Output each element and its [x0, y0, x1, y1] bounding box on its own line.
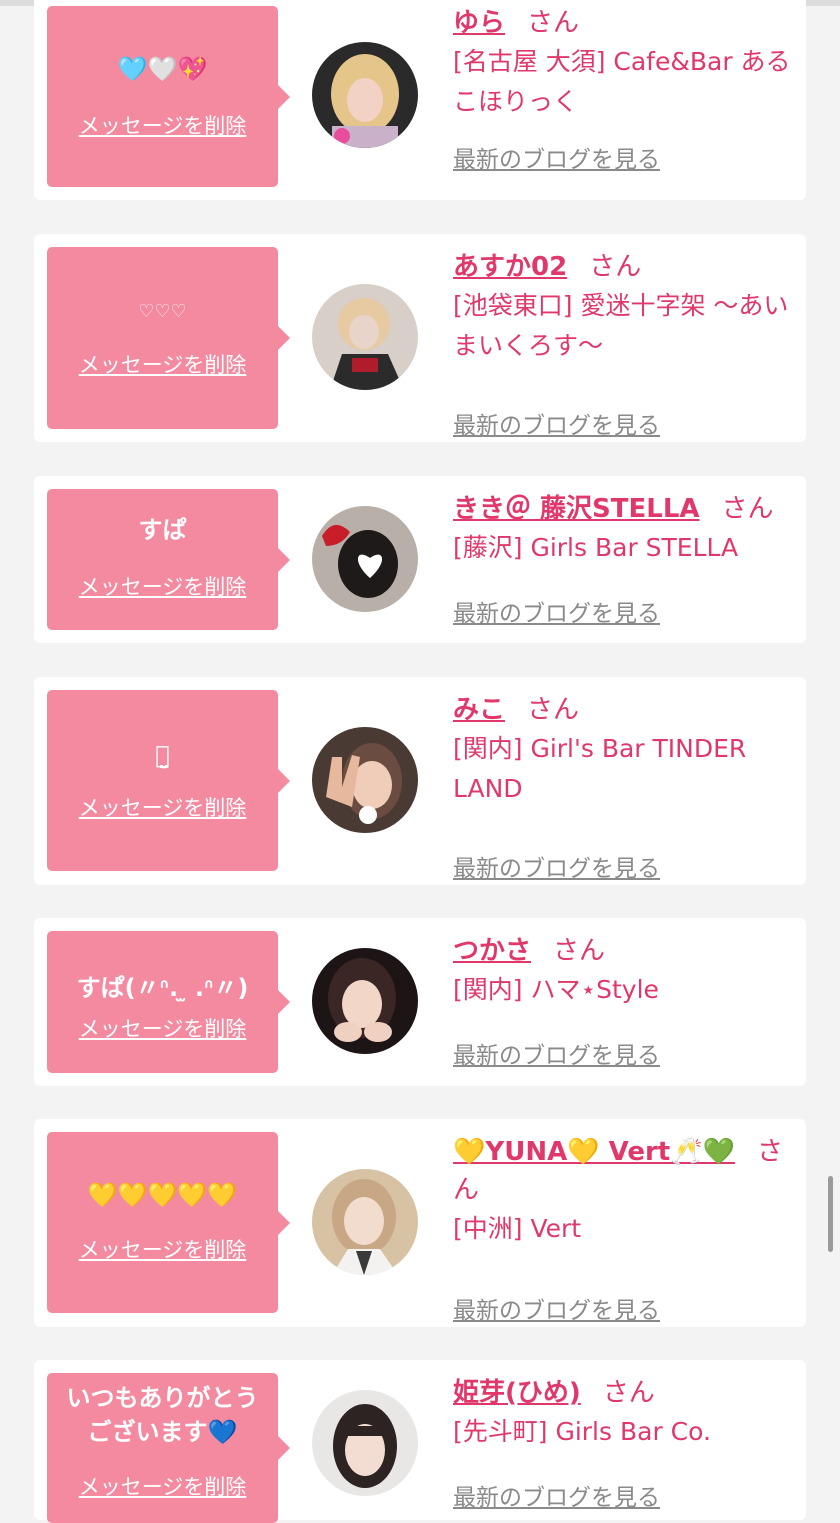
cast-name-link[interactable]: みこ [453, 695, 505, 725]
cast-info: きき＠ 藤沢STELLA さん [藤沢] Girls Bar STELLA 最新の… [453, 490, 793, 627]
latest-blog-link[interactable]: 最新のブログを見る [453, 1036, 660, 1070]
latest-blog-link[interactable]: 最新のブログを見る [453, 140, 660, 174]
message-text: ♡♡♡ [138, 301, 187, 322]
delete-message-link[interactable]: メッセージを削除 [47, 1471, 278, 1501]
message-text: 💛💛💛💛💛 [87, 1181, 238, 1209]
latest-blog-link[interactable]: 最新のブログを見る [453, 1291, 660, 1325]
favorite-card: 🩵🤍💖 メッセージを削除 ゆら さん [名古屋 大須] Cafe&Bar あるこほ… [34, 0, 806, 200]
gothic-girl-avatar[interactable] [312, 284, 418, 390]
cast-info: 姫芽(ひめ) さん [先斗町] Girls Bar Co. 最新のブログを見る [453, 1374, 793, 1511]
shop-name: [先斗町] Girls Bar Co. [453, 1417, 711, 1446]
cast-info: 💛YUNA💛 Vert🥂💚 さん [中洲] Vert 最新のブログを見る [453, 1133, 793, 1324]
message-bubble: すぱ(〃ᐢ. ̫ .ᐢ〃) メッセージを削除 [47, 931, 290, 1073]
dark-hair-girl-avatar[interactable] [312, 1390, 418, 1496]
light-hair-girl-avatar[interactable] [312, 1169, 418, 1275]
honorific: さん [589, 252, 642, 282]
shop-name: [池袋東口] 愛迷十字架 〜あいまいくろす〜 [453, 291, 789, 360]
shop-name: [中洲] Vert [453, 1214, 582, 1243]
message-bubble: 💛💛💛💛💛 メッセージを削除 [47, 1132, 290, 1313]
brunette-girl-avatar[interactable] [312, 948, 418, 1054]
message-text: 🩵🤍💖 [117, 55, 208, 83]
delete-message-link[interactable]: メッセージを削除 [47, 1234, 278, 1264]
message-text: すぱ(〃ᐢ. ̫ .ᐢ〃) [76, 974, 249, 1002]
shop-name: [関内] ハマ⋆Style [453, 975, 659, 1004]
delete-message-link[interactable]: メッセージを削除 [47, 349, 278, 379]
cast-name-link[interactable]: つかさ [453, 936, 531, 966]
message-bubble: ♡♡♡ メッセージを削除 [47, 247, 290, 429]
peace-sign-avatar[interactable] [312, 727, 418, 833]
honorific: さん [602, 1378, 655, 1408]
favorite-card: ꪔ̤̮ メッセージを削除 みこ さん [関内] Girl's Bar TINDER… [34, 677, 806, 885]
vertical-scrollbar[interactable] [828, 1176, 833, 1252]
cast-info: ゆら さん [名古屋 大須] Cafe&Bar あるこほりっく 最新のブログを見る [453, 4, 793, 173]
favorite-card: ♡♡♡ メッセージを削除 あすか02 さん [池袋東口] 愛迷十字架 〜あいまいく… [34, 234, 806, 442]
honorific: さん [553, 936, 606, 966]
honorific: さん [721, 494, 774, 524]
blonde-girl-avatar[interactable] [312, 42, 418, 148]
favorite-card: すぱ(〃ᐢ. ̫ .ᐢ〃) メッセージを削除 つかさ さん [関内] ハマ⋆Sty… [34, 918, 806, 1086]
favorite-card: すぱ メッセージを削除 きき＠ 藤沢STELLA さん [藤沢] Girls Ba… [34, 476, 806, 643]
latest-blog-link[interactable]: 最新のブログを見る [453, 406, 660, 440]
favorite-card: 💛💛💛💛💛 メッセージを削除 💛YUNA💛 Vert🥂💚 さん [中洲] Vert… [34, 1119, 806, 1327]
favorite-card: いつもありがとう ございます💙 メッセージを削除 姫芽(ひめ) さん [先斗町] … [34, 1360, 806, 1523]
heart-face-avatar[interactable] [312, 506, 418, 612]
delete-message-link[interactable]: メッセージを削除 [47, 792, 278, 822]
latest-blog-link[interactable]: 最新のブログを見る [453, 594, 660, 628]
cast-info: つかさ さん [関内] ハマ⋆Style 最新のブログを見る [453, 932, 793, 1069]
latest-blog-link[interactable]: 最新のブログを見る [453, 849, 660, 883]
delete-message-link[interactable]: メッセージを削除 [47, 110, 278, 140]
delete-message-link[interactable]: メッセージを削除 [47, 1013, 278, 1043]
message-bubble: ꪔ̤̮ メッセージを削除 [47, 690, 290, 871]
latest-blog-link[interactable]: 最新のブログを見る [453, 1478, 660, 1512]
shop-name: [関内] Girl's Bar TINDER LAND [453, 734, 747, 803]
message-text: すぱ [138, 516, 187, 544]
honorific: さん [527, 695, 580, 725]
message-bubble: すぱ メッセージを削除 [47, 489, 290, 630]
message-text: いつもありがとう ございます💙 [66, 1384, 259, 1446]
message-bubble: いつもありがとう ございます💙 メッセージを削除 [47, 1373, 290, 1523]
message-text: ꪔ̤̮ [155, 741, 170, 769]
cast-name-link[interactable]: 💛YUNA💛 Vert🥂💚 [453, 1137, 735, 1167]
shop-name: [藤沢] Girls Bar STELLA [453, 533, 739, 562]
cast-info: あすか02 さん [池袋東口] 愛迷十字架 〜あいまいくろす〜 最新のブログを見る [453, 248, 793, 439]
cast-name-link[interactable]: あすか02 [453, 252, 567, 282]
message-bubble: 🩵🤍💖 メッセージを削除 [47, 6, 290, 187]
honorific: さん [527, 8, 580, 38]
cast-info: みこ さん [関内] Girl's Bar TINDER LAND 最新のブログを… [453, 691, 793, 882]
delete-message-link[interactable]: メッセージを削除 [47, 571, 278, 601]
shop-name: [名古屋 大須] Cafe&Bar あるこほりっく [453, 47, 791, 116]
cast-name-link[interactable]: ゆら [453, 8, 505, 38]
cast-name-link[interactable]: きき＠ 藤沢STELLA [453, 494, 700, 524]
cast-name-link[interactable]: 姫芽(ひめ) [453, 1378, 581, 1408]
